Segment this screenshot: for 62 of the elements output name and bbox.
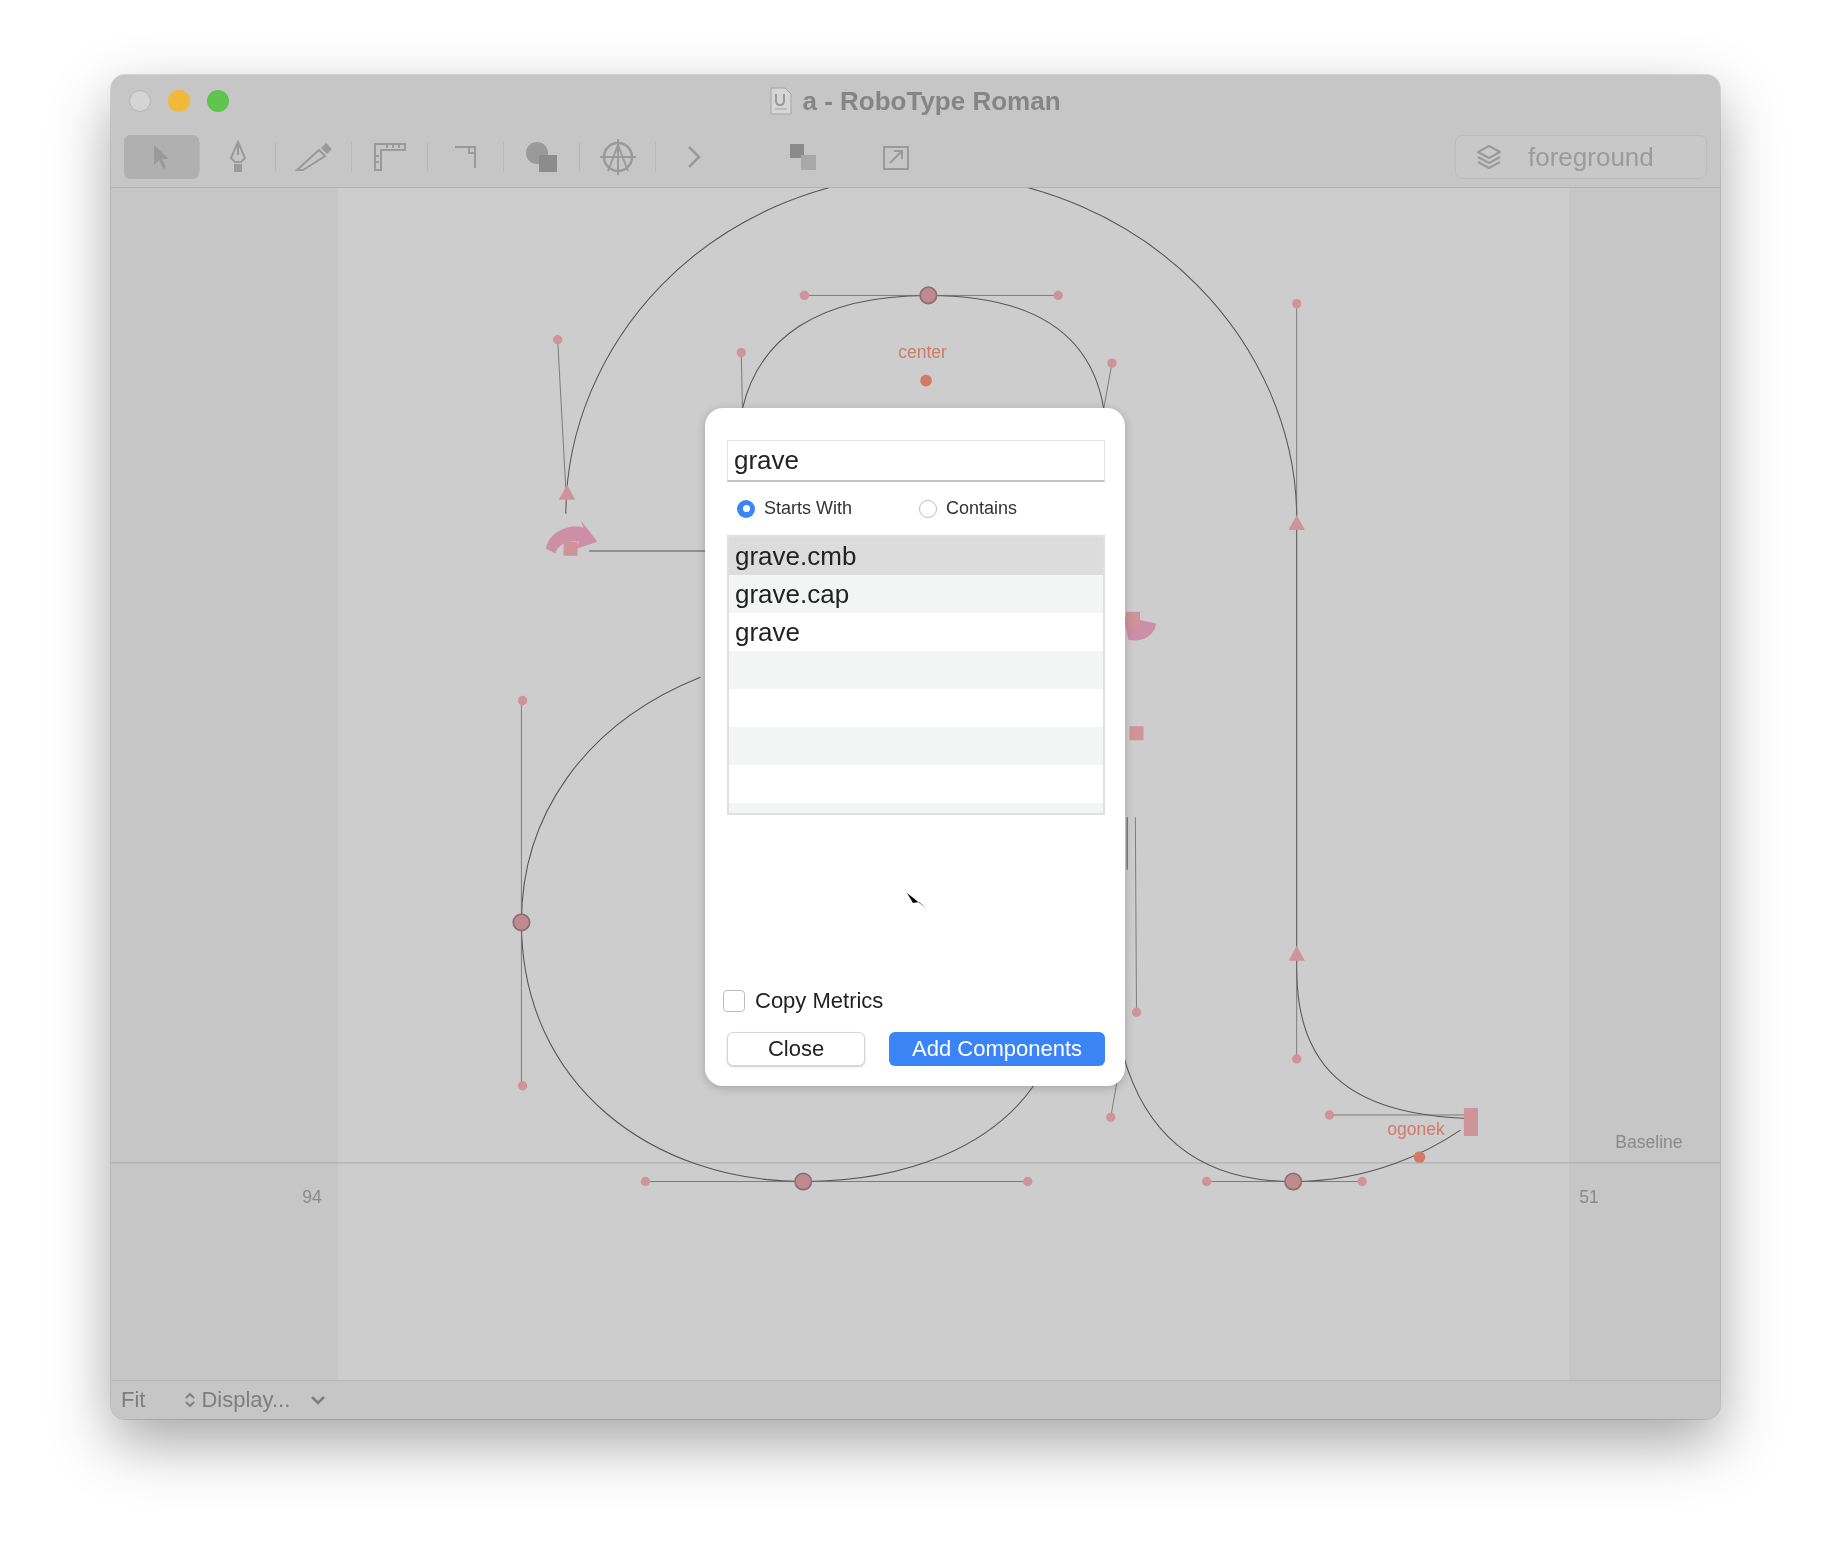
- on-curve-point[interactable]: [512, 913, 531, 932]
- document-icon: [770, 87, 793, 115]
- layers-icon: [1476, 144, 1502, 170]
- left-sidebearing-value: 94: [302, 1186, 322, 1207]
- anchor-label: center: [898, 342, 947, 363]
- start-point-marker[interactable]: [558, 484, 576, 500]
- result-row[interactable]: grave.cmb: [729, 537, 1103, 575]
- handle-point[interactable]: [517, 695, 528, 706]
- anchor-label: ogonek: [1387, 1118, 1445, 1139]
- tool-button[interactable]: [124, 135, 199, 179]
- knife-icon: [294, 142, 333, 172]
- close-button[interactable]: [129, 90, 151, 112]
- chevron-down-icon: [310, 1395, 327, 1405]
- stepper-icon: [185, 1392, 196, 1408]
- handle-point[interactable]: [1357, 1176, 1367, 1187]
- anchor-point[interactable]: [1413, 1151, 1426, 1163]
- handle-point[interactable]: [1324, 1110, 1335, 1120]
- corner-icon: [452, 144, 479, 170]
- match-radio[interactable]: Starts With: [737, 498, 919, 519]
- window-title: a - RoboType Roman: [802, 85, 1061, 117]
- radio-label: Starts With: [764, 498, 852, 519]
- on-curve-point[interactable]: [1284, 1172, 1303, 1191]
- handle-point[interactable]: [736, 347, 746, 358]
- corner-point[interactable]: [563, 541, 578, 556]
- handle-point[interactable]: [553, 335, 563, 345]
- on-curve-point[interactable]: [919, 286, 938, 305]
- handle-point[interactable]: [1292, 298, 1302, 309]
- ruler-icon: [372, 142, 407, 172]
- handle-point[interactable]: [1292, 1054, 1302, 1064]
- on-curve-point[interactable]: [794, 1172, 813, 1191]
- primary-button[interactable]: Add Components: [889, 1032, 1105, 1066]
- search-field[interactable]: grave: [727, 440, 1105, 482]
- match-radio[interactable]: Contains: [919, 498, 1101, 519]
- start-point-marker[interactable]: [1288, 514, 1305, 531]
- baseline-label: Baseline: [1615, 1131, 1683, 1152]
- right-sidebearing-value: 51: [1579, 1186, 1599, 1207]
- handle-point[interactable]: [1131, 1007, 1142, 1017]
- shapes-icon: [524, 141, 559, 173]
- crosshair-icon: [598, 138, 637, 176]
- handle-point[interactable]: [1106, 1112, 1116, 1122]
- overlap-squares-icon: [788, 143, 817, 171]
- handle-point[interactable]: [1023, 1176, 1033, 1187]
- zoom-button[interactable]: [207, 90, 229, 112]
- dismiss-button[interactable]: Close: [727, 1032, 865, 1066]
- corner-point[interactable]: [1463, 1108, 1478, 1122]
- handle-point[interactable]: [1053, 290, 1063, 301]
- direction-arrow-marker: [546, 520, 598, 554]
- radio-label: Contains: [946, 498, 1018, 519]
- handle-point[interactable]: [640, 1176, 651, 1187]
- checkbox-label: Copy Metrics: [755, 988, 884, 1014]
- minimize-button[interactable]: [168, 90, 190, 112]
- corner-point[interactable]: [1129, 726, 1144, 741]
- handle-point[interactable]: [517, 1081, 528, 1091]
- corner-point[interactable]: [1126, 611, 1140, 626]
- handle-point[interactable]: [1107, 358, 1117, 368]
- handle-point[interactable]: [799, 290, 810, 301]
- chevron-icon: [685, 145, 702, 169]
- result-row[interactable]: grave.cap: [729, 575, 1103, 613]
- start-point-marker[interactable]: [1288, 945, 1305, 961]
- anchor-point[interactable]: [920, 374, 932, 387]
- handle-point[interactable]: [1202, 1176, 1212, 1187]
- copy-metrics-checkbox[interactable]: Copy Metrics: [723, 988, 1105, 1014]
